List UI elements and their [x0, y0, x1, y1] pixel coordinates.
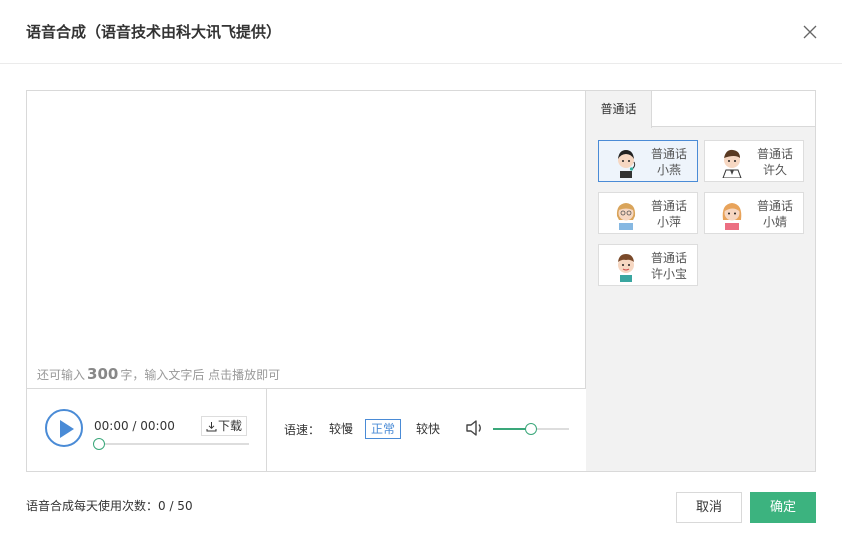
voice-xuxiaobao[interactable]: 普通话 许小宝	[598, 244, 698, 286]
voice-tabs: 普通话	[586, 91, 815, 128]
voice-text: 普通话 小燕	[641, 146, 697, 178]
dialog-header: 语音合成（语音技术由科大讯飞提供）	[0, 0, 842, 64]
female-avatar-icon	[616, 203, 636, 230]
voice-name: 许小宝	[650, 267, 687, 281]
speed-fast-option[interactable]: 较快	[410, 419, 446, 439]
cancel-button[interactable]: 取消	[676, 492, 742, 523]
male-avatar-icon	[722, 149, 742, 178]
voice-name: 小燕	[656, 163, 681, 177]
female-avatar-icon	[618, 150, 636, 178]
download-icon	[206, 422, 217, 432]
tts-text-input[interactable]	[27, 91, 585, 361]
speed-controls: 语速： 较慢 正常 较快	[267, 389, 586, 471]
hint-suffix: 字，输入文字后 点击播放即可	[120, 368, 281, 382]
voice-xiaoping[interactable]: 普通话 小萍	[598, 192, 698, 234]
confirm-button[interactable]: 确定	[750, 492, 816, 523]
volume-slider-handle[interactable]	[525, 423, 537, 435]
playback-progress-handle[interactable]	[93, 438, 105, 450]
voice-name: 许久	[762, 163, 787, 177]
remaining-char-count: 300	[87, 365, 119, 383]
voice-lang: 普通话	[650, 199, 687, 213]
voice-text: 普通话 许久	[747, 146, 803, 178]
audio-player: 00:00 / 00:00 下载	[27, 389, 267, 471]
speed-normal-option[interactable]: 正常	[365, 419, 402, 439]
voice-xiaoyan[interactable]: 普通话 小燕	[598, 140, 698, 182]
dialog-title: 语音合成（语音技术由科大讯飞提供）	[26, 23, 282, 41]
tts-dialog: 语音合成（语音技术由科大讯飞提供） 还可输入 300 字，输入文字后 点击播放即可 …	[0, 0, 842, 548]
voice-text: 普通话 许小宝	[641, 250, 697, 282]
voice-text: 普通话 小萍	[641, 198, 697, 230]
char-count-hint: 还可输入 300 字，输入文字后 点击播放即可	[37, 365, 280, 384]
daily-usage-count: 语音合成每天使用次数：0 / 50	[26, 499, 193, 513]
voice-lang: 普通话	[650, 251, 687, 265]
hint-prefix: 还可输入	[37, 368, 86, 382]
tab-mandarin[interactable]: 普通话	[586, 91, 652, 128]
speed-label: 语速：	[284, 423, 321, 437]
child-avatar-icon	[618, 254, 634, 282]
voice-lang: 普通话	[756, 199, 793, 213]
download-button[interactable]: 下载	[201, 416, 248, 436]
voice-lang: 普通话	[756, 147, 793, 161]
voice-text: 普通话 小婧	[747, 198, 803, 230]
text-input-area: 还可输入 300 字，输入文字后 点击播放即可	[27, 91, 586, 389]
voice-panel: 普通话 普通话 小燕 普通话 许久 普通话 小萍 普通话 小婧 普通话 许小宝	[586, 91, 815, 471]
download-label: 下载	[218, 419, 243, 433]
volume-icon[interactable]	[465, 419, 485, 437]
voice-xujiu[interactable]: 普通话 许久	[704, 140, 804, 182]
tts-editor: 还可输入 300 字，输入文字后 点击播放即可 00:00 / 00:00 下载 语…	[26, 90, 816, 472]
voice-lang: 普通话	[650, 147, 687, 161]
voice-name: 小萍	[656, 215, 681, 229]
speed-slow-option[interactable]: 较慢	[323, 419, 359, 439]
playback-progress-track[interactable]	[99, 443, 249, 445]
playback-time: 00:00 / 00:00	[94, 419, 175, 433]
female-avatar-icon	[722, 203, 742, 230]
close-icon[interactable]	[802, 24, 818, 40]
voice-name: 小婧	[762, 215, 787, 229]
voice-xiaojing[interactable]: 普通话 小婧	[704, 192, 804, 234]
play-icon[interactable]	[45, 409, 83, 447]
